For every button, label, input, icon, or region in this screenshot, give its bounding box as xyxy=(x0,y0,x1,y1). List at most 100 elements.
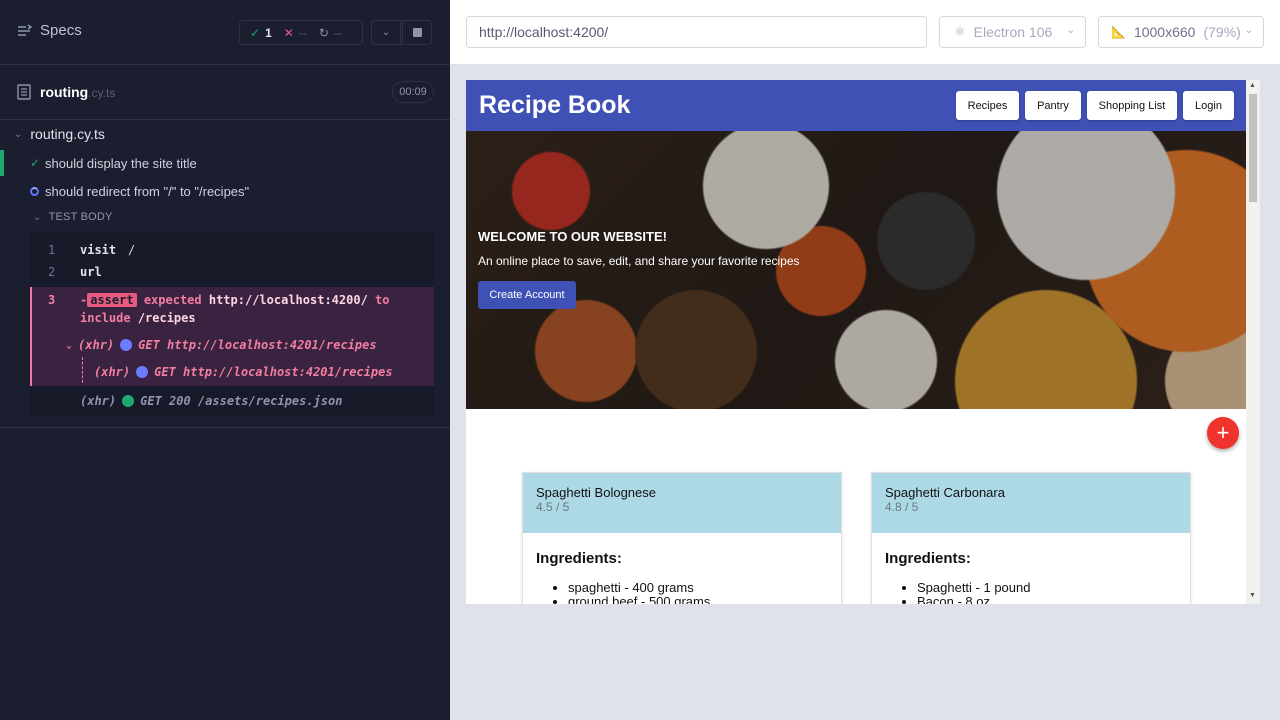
ingredients-heading: Ingredients: xyxy=(536,550,622,567)
suite-title-label: routing.cy.ts xyxy=(30,126,105,142)
command-number: 3 xyxy=(48,293,56,307)
recipe-title: Spaghetti Carbonara xyxy=(885,485,1005,500)
success-status-icon xyxy=(122,395,135,407)
recipe-card[interactable]: Spaghetti Carbonara 4.8 / 5 Ingredients:… xyxy=(871,472,1191,604)
failed-count: -- xyxy=(298,25,307,40)
collapse-button[interactable]: ⌄ xyxy=(371,20,401,45)
check-icon: ✓ xyxy=(30,156,41,170)
chevron-down-icon: ⌄ xyxy=(66,339,73,351)
aut-panel: http://localhost:4200/ ⚛ Electron 106 ⌄ … xyxy=(450,0,1280,720)
failed-assert-command[interactable]: 3 - assert expected http://localhost:4200… xyxy=(30,287,434,386)
command-message: / xyxy=(128,243,136,257)
nav-recipes-button[interactable]: Recipes xyxy=(956,91,1019,120)
spinner-icon: ↻ xyxy=(318,25,329,40)
specs-list-icon xyxy=(18,23,32,36)
x-icon: ✕ xyxy=(283,25,294,40)
add-recipe-button[interactable]: + xyxy=(1207,417,1239,449)
document-icon xyxy=(17,84,31,100)
xhr-command[interactable]: (xhr) GET http://localhost:4201/recipes xyxy=(94,365,393,379)
xhr-request: GET 200 /assets/recipes.json xyxy=(140,394,343,408)
xhr-request: GET http://localhost:4201/recipes xyxy=(138,338,377,352)
command-row[interactable]: 1 visit / xyxy=(30,237,434,263)
xhr-label: (xhr) xyxy=(80,394,117,408)
reporter-header: Specs ✓ 1 ✕ -- ↻ -- ⌄ xyxy=(0,0,450,65)
ingredients-list: Spaghetti - 1 pound Bacon - 8 oz xyxy=(917,581,1030,605)
command-name: visit xyxy=(80,243,117,257)
assert-text-to: to xyxy=(375,293,390,307)
assert-text-expected: expected xyxy=(143,293,202,307)
nav-pantry-button[interactable]: Pantry xyxy=(1025,91,1081,120)
assert-message-cont: include /recipes xyxy=(80,311,196,325)
test-body-label: TEST BODY xyxy=(48,211,113,223)
hero-subtitle: An online place to save, edit, and share… xyxy=(478,254,800,268)
app-scrollbar[interactable]: ▲ ▼ xyxy=(1246,80,1260,604)
command-number: 2 xyxy=(48,265,56,279)
nav-shopping-list-button[interactable]: Shopping List xyxy=(1087,91,1177,120)
test-body-toggle[interactable]: ⌄ TEST BODY xyxy=(33,211,113,223)
ingredients-heading: Ingredients: xyxy=(885,550,971,567)
url-bar[interactable]: http://localhost:4200/ xyxy=(466,16,927,48)
zoom-level: (79%) xyxy=(1203,24,1241,40)
test-item-passed[interactable]: ✓ should display the site title xyxy=(0,150,450,176)
pass-indicator xyxy=(0,150,4,176)
ingredient-item: ground beef - 500 grams xyxy=(568,595,710,605)
specs-toggle[interactable]: Specs xyxy=(16,22,82,39)
recipe-rating: 4.5 / 5 xyxy=(536,500,570,514)
hero-heading: WELCOME TO OUR WEBSITE! xyxy=(478,229,667,244)
assert-path: /recipes xyxy=(137,311,196,325)
scroll-thumb[interactable] xyxy=(1249,94,1257,202)
recipe-card-header: Spaghetti Bolognese 4.5 / 5 xyxy=(523,473,841,533)
xhr-command[interactable]: (xhr) GET 200 /assets/recipes.json xyxy=(80,394,342,408)
assert-text-include: include xyxy=(80,311,131,325)
chevron-down-icon: ⌄ xyxy=(1066,25,1075,36)
spec-file-ext: .cy.ts xyxy=(88,86,116,100)
assert-badge: assert xyxy=(87,293,137,307)
command-name: url xyxy=(80,265,102,279)
test-item-running[interactable]: should redirect from "/" to "/recipes" xyxy=(0,178,450,204)
ingredient-item: Spaghetti - 1 pound xyxy=(917,581,1030,595)
chevron-down-icon: ⌄ xyxy=(14,128,23,140)
browser-selector[interactable]: ⚛ Electron 106 ⌄ xyxy=(939,16,1086,48)
spec-file-name[interactable]: routing.cy.ts xyxy=(40,84,115,100)
site-title[interactable]: Recipe Book xyxy=(479,91,630,120)
electron-icon: ⚛ xyxy=(954,24,966,39)
chevron-down-icon: ⌄ xyxy=(33,211,42,223)
test-title: should display the site title xyxy=(45,155,197,171)
assert-message: - assert expected http://localhost:4200/ … xyxy=(80,293,390,307)
ingredient-item: spaghetti - 400 grams xyxy=(568,581,710,595)
pending-status-icon xyxy=(120,339,133,351)
create-account-button[interactable]: Create Account xyxy=(478,281,576,309)
recipe-rating: 4.8 / 5 xyxy=(885,500,919,514)
reporter-panel: Specs ✓ 1 ✕ -- ↻ -- ⌄ routing.cy.ts 00:0… xyxy=(0,0,450,720)
app-navbar: Recipe Book Recipes Pantry Shopping List… xyxy=(466,80,1246,131)
test-title: should redirect from "/" to "/recipes" xyxy=(45,183,250,199)
xhr-label: (xhr) xyxy=(78,338,115,352)
hero-overlay xyxy=(466,131,1246,409)
viewport-size: 1000x660 xyxy=(1133,24,1196,40)
suite-title[interactable]: ⌄ routing.cy.ts xyxy=(14,126,105,142)
ruler-icon: 📐 xyxy=(1111,25,1126,39)
pending-count: -- xyxy=(333,25,342,40)
stop-button[interactable] xyxy=(402,20,432,45)
assert-url: http://localhost:4200/ xyxy=(208,293,368,307)
recipe-title: Spaghetti Bolognese xyxy=(536,485,656,500)
browser-name: Electron 106 xyxy=(973,24,1053,40)
ingredient-item: Bacon - 8 oz xyxy=(917,595,1030,605)
recipe-card[interactable]: Spaghetti Bolognese 4.5 / 5 Ingredients:… xyxy=(522,472,842,604)
check-icon: ✓ xyxy=(250,25,261,40)
nav-login-button[interactable]: Login xyxy=(1183,91,1234,120)
command-number: 1 xyxy=(48,243,56,257)
app-iframe: Recipe Book Recipes Pantry Shopping List… xyxy=(466,80,1260,604)
aut-toolbar: http://localhost:4200/ ⚛ Electron 106 ⌄ … xyxy=(450,0,1280,64)
xhr-command[interactable]: ⌄ (xhr) GET http://localhost:4201/recipe… xyxy=(66,338,377,352)
chevron-down-icon: ⌄ xyxy=(381,27,391,38)
passed-count: 1 xyxy=(265,25,272,40)
scroll-up-icon[interactable]: ▲ xyxy=(1249,82,1256,89)
failed-stat: ✕ -- xyxy=(284,26,307,40)
xhr-label: (xhr) xyxy=(94,365,131,379)
ingredients-list: spaghetti - 400 grams ground beef - 500 … xyxy=(568,581,710,605)
scroll-down-icon[interactable]: ▼ xyxy=(1249,592,1256,599)
hero-banner: WELCOME TO OUR WEBSITE! An online place … xyxy=(466,131,1246,409)
viewport-selector[interactable]: 📐 1000x660 (79%) ⌄ xyxy=(1098,16,1264,48)
running-spinner-icon xyxy=(30,184,39,199)
